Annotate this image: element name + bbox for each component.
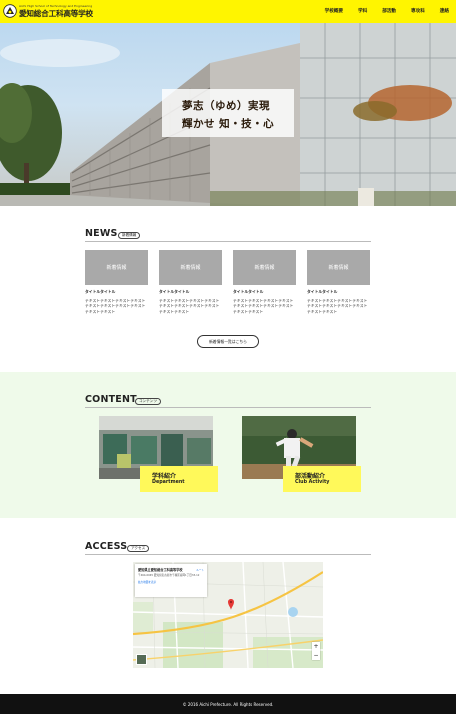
nav-item-clubs[interactable]: 部活動 [382,8,396,14]
nav-item-departments[interactable]: 学科 [358,8,367,14]
department-label-en: Department [152,480,185,485]
map-place-name: 愛知県立愛知総合工科高等学校 [138,568,183,572]
hero-motto-box: 夢志（ゆめ）実現 輝かせ 知・技・心 [162,89,294,137]
news-more-button[interactable]: 新着情報一覧はこちら [197,335,259,348]
news-card-title: タイトルタイトル [159,289,190,294]
news-card[interactable]: 新着情報 タイトルタイトル テキストテキストテキストテキストテキストテキストテキ… [307,250,370,315]
logo-japanese-name: 愛知総合工科高等学校 [19,9,93,18]
news-card-text: テキストテキストテキストテキストテキストテキストテキストテキストテキストテキスト [233,297,294,315]
nav-item-advanced-course[interactable]: 専攻科 [411,8,425,14]
news-thumbnail: 新着情報 [307,250,370,285]
copyright-text: © 2016 Aichi Prefecture. All Rights Rese… [182,701,274,707]
news-badge: 新着情報 [118,231,141,239]
news-divider [85,241,371,242]
content-heading: CONTENT [85,394,137,405]
news-thumbnail: 新着情報 [233,250,296,285]
department-label-jp: 学科紹介 [152,473,177,480]
nav-item-contact[interactable]: 連絡 [440,8,449,14]
map-place-address: 〒464-0045 愛知県名古屋市千種区春岡1丁目33-12 [138,573,200,577]
map-satellite-toggle[interactable] [136,654,147,665]
news-thumbnail: 新着情報 [159,250,222,285]
site-footer: © 2016 Aichi Prefecture. All Rights Rese… [0,694,456,714]
news-card-text: テキストテキストテキストテキストテキストテキストテキストテキストテキストテキスト [307,297,368,315]
global-nav: 学校概要 学科 部活動 専攻科 連絡 [310,8,449,14]
club-activity-label: 部活動紹介 Club Activity [283,466,361,492]
site-header: Aichi High School of Technology and Engi… [0,0,456,23]
club-activity-label-jp: 部活動紹介 [295,473,326,480]
minus-icon[interactable]: − [312,651,320,660]
department-card[interactable]: 学科紹介 Department [99,416,218,496]
news-card-title: タイトルタイトル [307,289,338,294]
hero-motto-line2: 輝かせ 知・技・心 [182,118,275,130]
access-heading: ACCESS [85,541,128,552]
content-section [0,372,456,518]
map-enlarge-link[interactable]: 拡大地図を表示 [138,580,204,584]
news-card-title: タイトルタイトル [233,289,264,294]
access-divider [85,554,371,555]
map-route-link[interactable]: ルート [196,568,204,572]
news-card[interactable]: 新着情報 タイトルタイトル テキストテキストテキストテキストテキストテキストテキ… [159,250,222,315]
access-badge: アクセス [127,544,150,552]
plus-icon[interactable]: + [312,642,320,651]
club-activity-card[interactable]: 部活動紹介 Club Activity [242,416,361,496]
school-emblem-icon [3,4,17,18]
map-zoom-control: + − [312,642,320,660]
news-heading: NEWS [85,228,118,239]
content-badge: コンテンツ [135,397,161,405]
access-map[interactable]: 愛知県立愛知総合工科高等学校 〒464-0045 愛知県名古屋市千種区春岡1丁目… [133,562,323,668]
nav-item-overview[interactable]: 学校概要 [325,8,343,14]
club-activity-label-en: Club Activity [295,480,330,485]
news-card-title: タイトルタイトル [85,289,116,294]
news-card[interactable]: 新着情報 タイトルタイトル テキストテキストテキストテキストテキストテキストテキ… [233,250,296,315]
news-card[interactable]: 新着情報 タイトルタイトル テキストテキストテキストテキストテキストテキストテキ… [85,250,148,315]
news-thumbnail: 新着情報 [85,250,148,285]
content-divider [85,407,371,408]
map-info-card: 愛知県立愛知総合工科高等学校 〒464-0045 愛知県名古屋市千種区春岡1丁目… [135,564,207,597]
site-logo[interactable]: Aichi High School of Technology and Engi… [3,3,93,20]
hero-motto-line1: 夢志（ゆめ）実現 [182,100,270,112]
news-card-text: テキストテキストテキストテキストテキストテキストテキストテキストテキストテキスト [85,297,146,315]
department-label: 学科紹介 Department [140,466,218,492]
logo-english-name: Aichi High School of Technology and Engi… [19,4,93,8]
news-card-text: テキストテキストテキストテキストテキストテキストテキストテキストテキストテキスト [159,297,220,315]
hero-banner: 夢志（ゆめ）実現 輝かせ 知・技・心 [0,23,456,206]
